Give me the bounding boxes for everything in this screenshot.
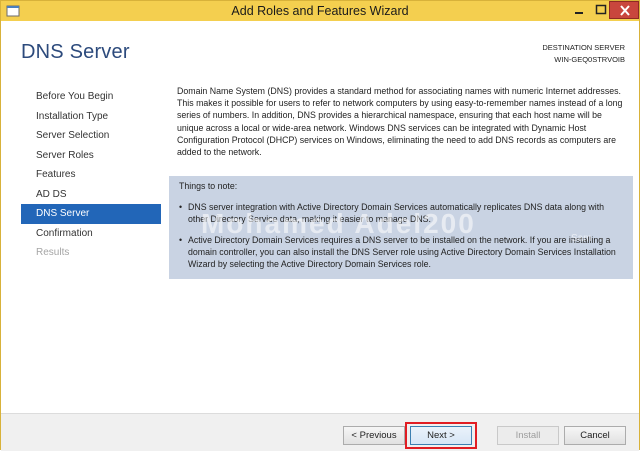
close-button[interactable] — [609, 1, 639, 19]
wizard-footer: < Previous Next > Install Cancel — [1, 413, 639, 451]
window-title: Add Roles and Features Wizard — [231, 4, 409, 18]
wizard-steps-nav: Before You Begin Installation Type Serve… — [21, 87, 161, 263]
things-to-note-panel: Things to note: • DNS server integration… — [169, 176, 633, 279]
things-to-note-heading: Things to note: — [179, 181, 238, 191]
dns-description: Domain Name System (DNS) provides a stan… — [177, 86, 623, 158]
next-button-highlight — [405, 422, 477, 449]
minimize-icon — [575, 12, 583, 14]
destination-server-label: DESTINATION SERVER — [542, 43, 625, 52]
install-button: Install — [497, 426, 559, 445]
note-item: • DNS server integration with Active Dir… — [179, 201, 625, 225]
page-title: DNS Server — [21, 41, 130, 63]
nav-item-confirmation[interactable]: Confirmation — [21, 224, 161, 244]
nav-item-installation-type[interactable]: Installation Type — [21, 107, 161, 127]
destination-server-name: WIN-GEQ0STRVOIB — [554, 55, 625, 64]
bullet-icon: • — [179, 202, 183, 212]
close-icon — [620, 5, 630, 16]
title-bar[interactable]: Add Roles and Features Wizard — [1, 1, 639, 21]
nav-item-features[interactable]: Features — [21, 165, 161, 185]
nav-item-server-selection[interactable]: Server Selection — [21, 126, 161, 146]
note-text: DNS server integration with Active Direc… — [188, 202, 605, 224]
minimize-button[interactable] — [567, 1, 591, 19]
wizard-window: Add Roles and Features Wizard DNS Server… — [0, 0, 640, 451]
nav-item-before-you-begin[interactable]: Before You Begin — [21, 87, 161, 107]
note-text: Active Directory Domain Services require… — [188, 235, 616, 269]
cancel-button[interactable]: Cancel — [564, 426, 626, 445]
bullet-icon: • — [179, 235, 183, 245]
previous-button[interactable]: < Previous — [343, 426, 405, 445]
nav-item-dns-server[interactable]: DNS Server — [21, 204, 161, 224]
nav-item-ad-ds[interactable]: AD DS — [21, 185, 161, 205]
note-item: • Active Directory Domain Services requi… — [179, 234, 625, 270]
nav-item-server-roles[interactable]: Server Roles — [21, 146, 161, 166]
nav-item-results: Results — [36, 247, 70, 258]
